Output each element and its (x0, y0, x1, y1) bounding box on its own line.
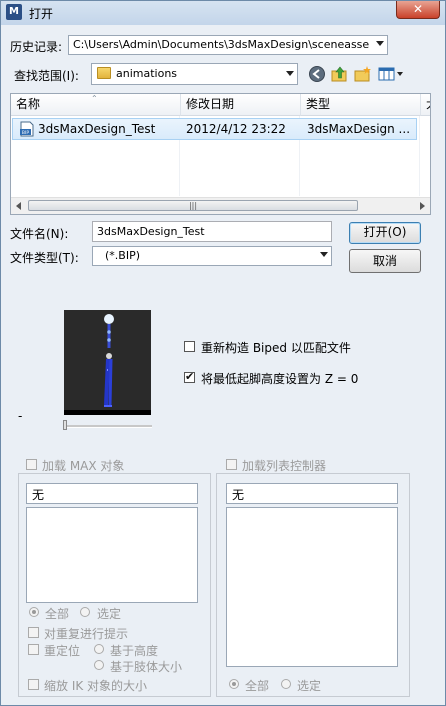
column-header-date[interactable]: 修改日期 (181, 94, 301, 116)
window-title: 打开 (29, 7, 54, 21)
sort-up-icon: ⌃ (91, 94, 98, 103)
scale-ik-label: 缩放 IK 对象的大小 (44, 679, 148, 693)
retarget-checkbox[interactable] (28, 644, 39, 655)
close-button[interactable]: ✕ (396, 1, 440, 19)
load-list-controllers-label: 加载列表控制器 (242, 459, 327, 473)
radio-all-left[interactable] (29, 607, 39, 617)
scroll-right-icon[interactable] (420, 202, 425, 210)
lookin-value: animations (116, 67, 178, 80)
file-date: 2012/4/12 23:22 (186, 122, 286, 136)
svg-text:BIP: BIP (22, 130, 29, 136)
filetype-value: (*.BIP) (105, 249, 141, 262)
column-header-type[interactable]: 类型 (301, 94, 421, 116)
new-folder-icon[interactable] (354, 65, 372, 83)
horizontal-scrollbar[interactable]: ||| (11, 197, 430, 214)
radio-height[interactable] (94, 644, 104, 654)
lowest-foot-checkbox[interactable] (184, 370, 195, 383)
open-button[interactable]: 打开(O) (349, 222, 421, 244)
filename-input[interactable]: 3dsMaxDesign_Test (92, 221, 332, 242)
file-list[interactable]: 名称 ⌃ 修改日期 类型 大 BIP 3dsMaxDesign_Test 201… (10, 93, 431, 215)
list-controllers-list-header: 无 (226, 483, 398, 504)
chevron-down-icon (376, 41, 384, 46)
rebuild-biped-label: 重新构造 Biped 以匹配文件 (201, 341, 351, 355)
radio-selected-right[interactable] (281, 679, 291, 689)
preview-slider-thumb[interactable] (63, 420, 67, 430)
open-dialog-window: M 打开 ✕ 历史记录: C:\Users\Admin\Documents\3d… (0, 0, 446, 706)
dash-text: - (18, 409, 23, 423)
folder-icon (97, 67, 111, 79)
filename-label: 文件名(N): (10, 227, 69, 241)
file-row[interactable]: BIP 3dsMaxDesign_Test 2012/4/12 23:22 3d… (12, 118, 417, 140)
file-name: 3dsMaxDesign_Test (38, 122, 156, 136)
view-menu-icon[interactable] (378, 65, 404, 83)
lookin-label: 查找范围(I): (14, 69, 79, 83)
preview-slider-track[interactable] (63, 425, 152, 428)
load-max-objects-header: 加载 MAX 对象 (23, 457, 133, 473)
retarget-label: 重定位 (44, 644, 81, 658)
radio-selected-left-label: 选定 (97, 607, 122, 621)
prompt-duplicates-checkbox[interactable] (28, 627, 39, 638)
rebuild-biped-checkbox[interactable] (184, 341, 195, 352)
radio-all-right-label: 全部 (245, 679, 270, 693)
column-header-size[interactable]: 大 (421, 94, 430, 116)
radio-height-label: 基于高度 (110, 644, 159, 658)
history-dropdown[interactable]: C:\Users\Admin\Documents\3dsMaxDesign\sc… (68, 35, 388, 55)
scale-ik-checkbox[interactable] (28, 679, 39, 690)
max-objects-list[interactable] (26, 507, 198, 603)
biped-preview-image (64, 310, 151, 415)
cancel-button[interactable]: 取消 (349, 249, 421, 273)
radio-selected-right-label: 选定 (297, 679, 322, 693)
radio-limb[interactable] (94, 660, 104, 670)
radio-selected-left[interactable] (80, 607, 90, 617)
column-divider (419, 116, 420, 196)
chevron-down-icon (320, 252, 328, 257)
radio-all-left-label: 全部 (45, 607, 70, 621)
load-max-objects-label: 加载 MAX 对象 (42, 459, 125, 473)
radio-all-right[interactable] (229, 679, 239, 689)
scroll-left-icon[interactable] (16, 202, 21, 210)
bip-file-icon: BIP (20, 121, 34, 137)
filetype-dropdown[interactable]: (*.BIP) (92, 246, 332, 266)
chevron-down-icon (286, 71, 294, 76)
up-folder-icon[interactable] (331, 65, 349, 83)
load-list-controllers-header: 加载列表控制器 (223, 457, 339, 473)
list-controllers-list[interactable] (226, 507, 398, 667)
history-value: C:\Users\Admin\Documents\3dsMaxDesign\sc… (73, 38, 369, 51)
radio-limb-label: 基于肢体大小 (110, 660, 183, 674)
load-max-objects-checkbox[interactable] (26, 459, 37, 470)
prompt-duplicates-label: 对重复进行提示 (44, 627, 129, 641)
load-list-controllers-checkbox[interactable] (226, 459, 237, 470)
lookin-dropdown[interactable]: animations (91, 63, 298, 85)
history-label: 历史记录: (10, 40, 63, 54)
title-bar: M 打开 ✕ (1, 1, 445, 25)
column-header-label: 名称 (16, 97, 41, 111)
scroll-thumb[interactable]: ||| (28, 200, 358, 211)
lowest-foot-label: 将最低起脚高度设置为 Z = 0 (201, 372, 359, 386)
max-objects-list-header: 无 (26, 483, 198, 504)
column-header-name[interactable]: 名称 ⌃ (11, 94, 181, 116)
filetype-label: 文件类型(T): (10, 251, 79, 265)
back-icon[interactable] (308, 65, 326, 83)
file-type: 3dsMaxDesign ... (307, 122, 411, 136)
app-logo-icon: M (6, 4, 22, 20)
